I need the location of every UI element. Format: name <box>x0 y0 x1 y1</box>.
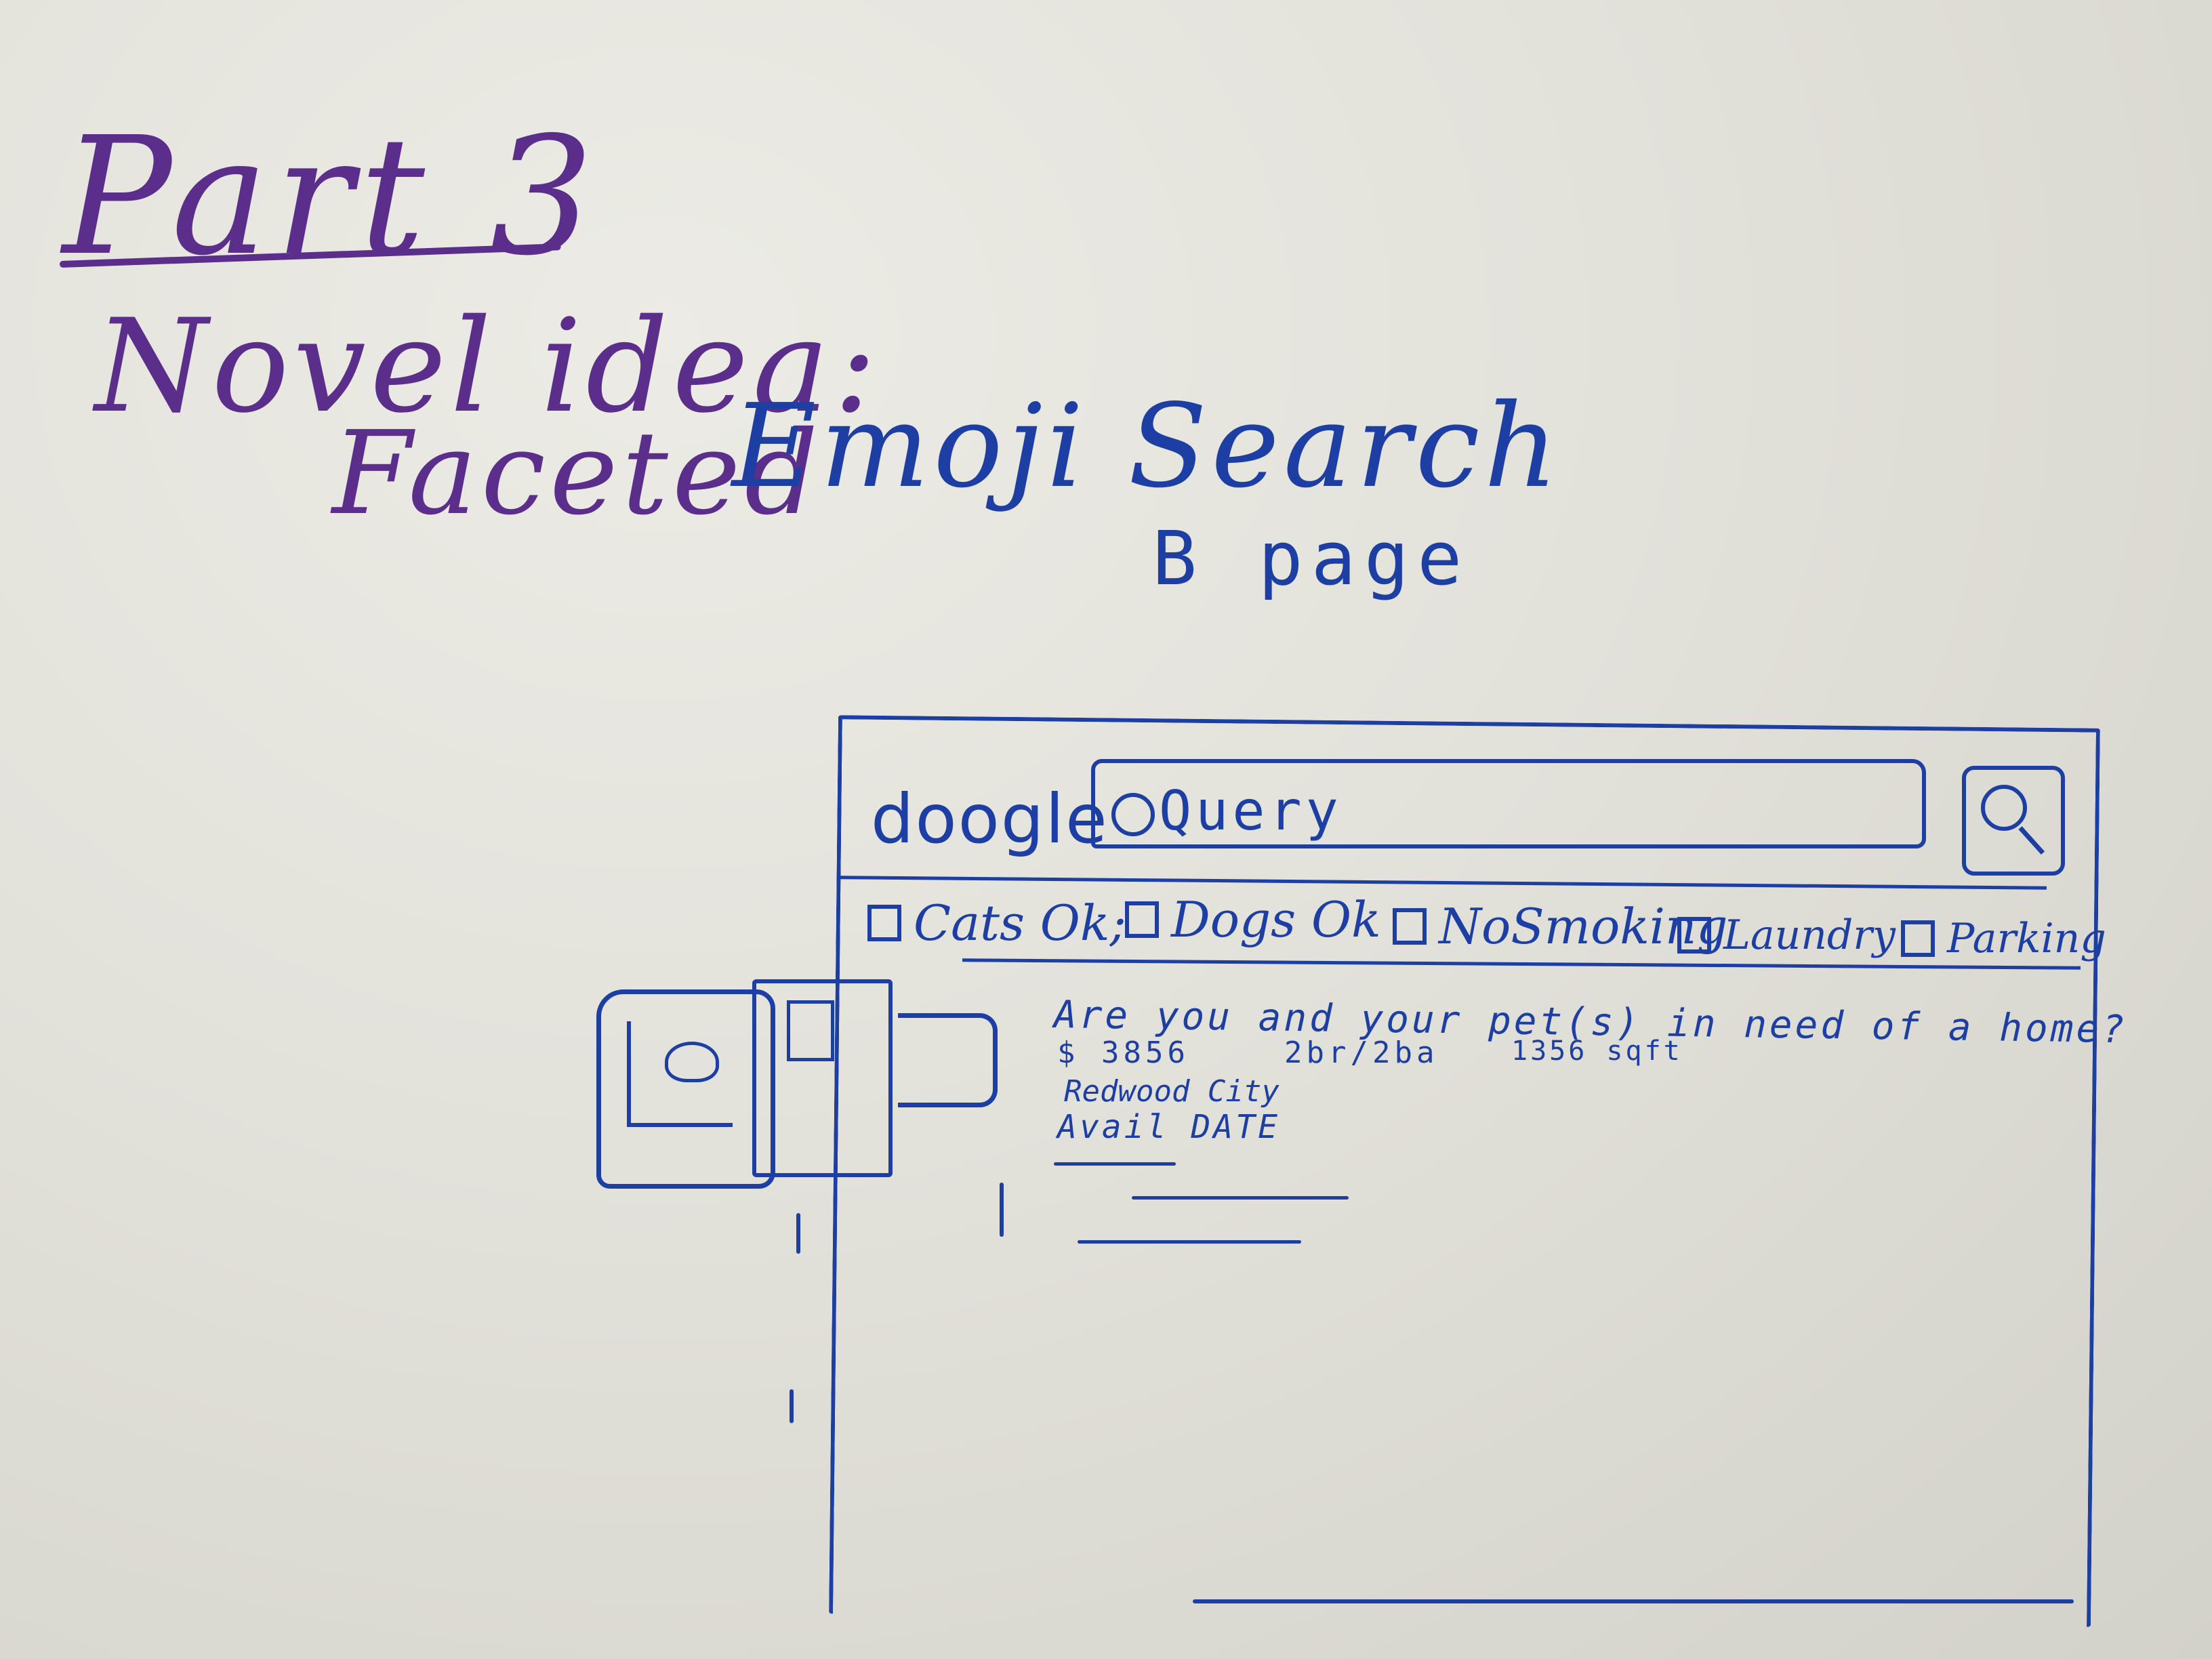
checkbox-icon[interactable] <box>1125 901 1159 938</box>
filter-label: Parking <box>1947 915 2106 962</box>
filter-cats-ok[interactable]: Cats Ok; <box>867 895 1126 951</box>
magnifier-icon <box>1981 785 2027 831</box>
idea-emoji-search-text: Emoji Search <box>732 380 1563 514</box>
stray-mark <box>1000 1183 1004 1237</box>
filter-label: Cats Ok; <box>914 895 1126 951</box>
filter-dogs-ok[interactable]: Dogs Ok <box>1125 891 1381 948</box>
placeholder-line <box>1078 1240 1301 1244</box>
checkbox-icon[interactable] <box>867 905 901 941</box>
b-page-label: B page <box>1152 515 1471 602</box>
filter-parking[interactable]: Parking <box>1901 915 2106 962</box>
browser-bottom-edge <box>1193 1599 2074 1603</box>
listing-availability: Avail DATE <box>1057 1108 1280 1146</box>
filter-bar: Cats Ok; Dogs Ok NoSmoking Laundry Parki… <box>861 884 2106 962</box>
stray-mark <box>790 1389 794 1423</box>
listing-photo-thumbnail-2[interactable] <box>752 979 893 1177</box>
filter-laundry[interactable]: Laundry <box>1677 912 1896 959</box>
listing-beds-baths: 2br/2ba <box>1284 1036 1439 1070</box>
listing-sqft: 1356 sqft <box>1511 1036 1683 1067</box>
stray-mark <box>796 1213 800 1254</box>
listing-price: $ 3856 <box>1057 1036 1189 1070</box>
magnifier-handle <box>2018 826 2045 855</box>
filter-label: Dogs Ok <box>1171 891 1381 948</box>
doogle-logo: doogle <box>871 779 1109 859</box>
pet-photo-icon <box>627 1021 733 1127</box>
placeholder-line <box>1054 1162 1176 1166</box>
checkbox-icon[interactable] <box>1393 908 1427 945</box>
checkbox-icon[interactable] <box>1901 920 1935 957</box>
search-query-text: Query <box>1111 779 1343 842</box>
listing-photo-thumbnail-3[interactable] <box>898 1013 998 1107</box>
filter-label: Laundry <box>1723 912 1896 959</box>
listing-city: Redwood City <box>1064 1074 1279 1109</box>
search-button-sketch[interactable] <box>1962 766 2065 876</box>
listing-photo-thumbnail[interactable] <box>596 989 775 1189</box>
checkbox-icon[interactable] <box>1677 917 1711 954</box>
photo-icon <box>787 1000 834 1061</box>
search-icon <box>1111 793 1155 837</box>
placeholder-line <box>1132 1196 1349 1200</box>
search-query-value: Query <box>1159 779 1343 842</box>
